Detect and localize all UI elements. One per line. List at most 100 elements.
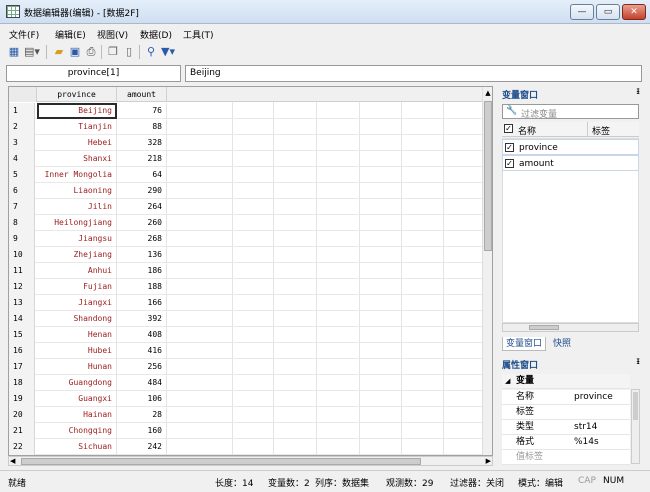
property-row[interactable]: 标签 [502,405,630,420]
variable-row-province[interactable]: ✓ province [502,139,639,155]
row-number[interactable]: 8 [9,215,35,231]
column-header-amount[interactable]: amount [117,87,167,102]
table-row[interactable]: 7 Jilin 264 [9,199,484,215]
row-number[interactable]: 18 [9,375,35,391]
table-row[interactable]: 22 Sichuan 242 [9,439,484,455]
cell-province[interactable]: Tianjin [37,119,117,135]
row-number[interactable]: 4 [9,151,35,167]
table-row[interactable]: 17 Hunan 256 [9,359,484,375]
cell-province[interactable]: Henan [37,327,117,343]
row-number[interactable]: 7 [9,199,35,215]
cell-amount[interactable]: 88 [117,119,167,135]
row-number[interactable]: 1 [9,103,35,119]
row-number[interactable]: 3 [9,135,35,151]
horizontal-scrollbar[interactable]: ◀ ▶ [8,456,493,466]
copy-icon[interactable]: ❐ [105,44,121,60]
table-row[interactable]: 20 Hainan 28 [9,407,484,423]
checkbox[interactable]: ✓ [505,159,514,168]
cell-amount[interactable]: 166 [117,295,167,311]
row-number[interactable]: 5 [9,167,35,183]
data-grid[interactable]: province amount 1 Beijing 76 2 Tianjin 88 3 Heb… [8,86,493,456]
row-number[interactable]: 14 [9,311,35,327]
tab-snapshots[interactable]: 快照 [550,337,574,351]
variable-filter-input[interactable]: 🔧 过滤变量 [502,104,639,120]
cell-amount[interactable]: 242 [117,439,167,455]
cell-amount[interactable]: 64 [117,167,167,183]
table-row[interactable]: 12 Fujian 188 [9,279,484,295]
table-row[interactable]: 4 Shanxi 218 [9,151,484,167]
table-row[interactable]: 16 Hubei 416 [9,343,484,359]
cell-province[interactable]: Jilin [37,199,117,215]
cell-province[interactable]: Jiangsu [37,231,117,247]
pin-icon[interactable]: ᵻ [636,356,640,367]
table-row[interactable]: 15 Henan 408 [9,327,484,343]
collapse-triangle-icon[interactable]: ◢ [505,374,510,389]
menu-edit[interactable]: 编辑(E) [55,28,86,41]
cell-province[interactable]: Shanxi [37,151,117,167]
cell-province[interactable]: Guangxi [37,391,117,407]
scroll-left-icon[interactable]: ◀ [10,457,15,465]
cell-amount[interactable]: 328 [117,135,167,151]
property-row[interactable]: 值标签 [502,450,630,465]
cell-province[interactable]: Liaoning [37,183,117,199]
cell-amount[interactable]: 160 [117,423,167,439]
cell-province[interactable]: Fujian [37,279,117,295]
paste-icon[interactable]: ▯ [121,44,137,60]
table-row[interactable]: 13 Jiangxi 166 [9,295,484,311]
variable-list-scroll-thumb[interactable] [529,325,559,330]
menu-tools[interactable]: 工具(T) [183,28,214,41]
grid-icon[interactable]: ▦ [6,44,22,60]
property-value[interactable]: %14s [574,435,599,450]
print-icon[interactable]: ⎙ [83,44,99,60]
table-row[interactable]: 1 Beijing 76 [9,103,484,119]
cell-amount[interactable]: 260 [117,215,167,231]
filter-icon[interactable]: ▼▾ [160,44,176,60]
row-number[interactable]: 17 [9,359,35,375]
cell-amount[interactable]: 136 [117,247,167,263]
minimize-button[interactable]: — [570,4,594,20]
select-all-checkbox[interactable]: ✓ [504,124,513,133]
table-row[interactable]: 18 Guangdong 484 [9,375,484,391]
table-row[interactable]: 10 Zhejiang 136 [9,247,484,263]
cell-province[interactable]: Guangdong [37,375,117,391]
cell-amount[interactable]: 290 [117,183,167,199]
cell-province[interactable]: Jiangxi [37,295,117,311]
cell-amount[interactable]: 484 [117,375,167,391]
cell-province[interactable]: Anhui [37,263,117,279]
close-button[interactable]: ✕ [622,4,646,20]
variable-list-scrollbar[interactable] [502,323,639,332]
cell-province[interactable]: Sichuan [37,439,117,455]
table-row[interactable]: 2 Tianjin 88 [9,119,484,135]
cell-amount[interactable]: 186 [117,263,167,279]
row-number[interactable]: 21 [9,423,35,439]
vertical-scroll-thumb[interactable] [484,101,492,251]
variable-row-amount[interactable]: ✓ amount [502,155,639,171]
scroll-right-icon[interactable]: ▶ [486,457,491,465]
row-number[interactable]: 10 [9,247,35,263]
cell-province[interactable]: Hainan [37,407,117,423]
cell-amount[interactable]: 408 [117,327,167,343]
property-section-variables[interactable]: ◢ 变量 [502,374,630,389]
row-number[interactable]: 9 [9,231,35,247]
property-row[interactable]: 类型 str14 [502,420,630,435]
table-row[interactable]: 11 Anhui 186 [9,263,484,279]
label-column-header[interactable]: 标签 [592,124,610,137]
row-number[interactable]: 19 [9,391,35,407]
maximize-button[interactable]: ▭ [596,4,620,20]
cell-province[interactable]: Beijing [37,103,117,119]
cell-amount[interactable]: 106 [117,391,167,407]
vertical-scrollbar[interactable]: ▲ [482,87,492,455]
cell-amount[interactable]: 256 [117,359,167,375]
cell-amount[interactable]: 76 [117,103,167,119]
table-row[interactable]: 19 Guangxi 106 [9,391,484,407]
cell-amount[interactable]: 28 [117,407,167,423]
row-number[interactable]: 13 [9,295,35,311]
property-row[interactable]: 格式 %14s [502,435,630,450]
pin-icon[interactable]: ᵻ [636,86,640,97]
properties-scroll-thumb[interactable] [633,392,638,420]
search-icon[interactable]: ⚲ [143,44,159,60]
cell-province[interactable]: Hubei [37,343,117,359]
menu-file[interactable]: 文件(F) [9,28,39,41]
cell-province[interactable]: Hebei [37,135,117,151]
variable-name-box[interactable]: province[1] [6,65,181,82]
